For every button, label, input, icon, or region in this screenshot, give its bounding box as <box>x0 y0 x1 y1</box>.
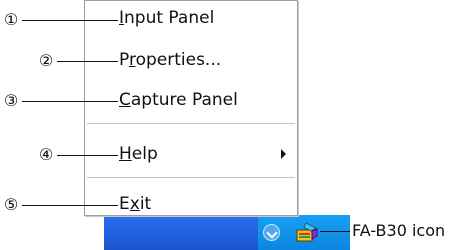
menu-item-label: Properties... <box>119 50 222 70</box>
callout-number: ① <box>3 10 19 29</box>
leader-line <box>22 20 118 21</box>
leader-line <box>320 231 350 232</box>
callout-number: ④ <box>38 145 54 164</box>
menu-item-label: Capture Panel <box>119 90 238 110</box>
fa-b30-icon[interactable] <box>296 222 318 242</box>
submenu-arrow-icon <box>281 149 286 159</box>
callout-number: ② <box>38 51 54 70</box>
fa-b30-icon-label: FA-B30 icon <box>352 221 446 240</box>
menu-separator <box>87 123 295 125</box>
menu-item-label: Help <box>119 144 158 164</box>
menu-separator <box>87 177 295 179</box>
menu-item-label: Exit <box>119 194 152 214</box>
callout-number: ③ <box>3 91 19 110</box>
menu-item-label: Input Panel <box>119 8 215 28</box>
chevron-down-icon[interactable] <box>263 224 280 241</box>
menu-item-properties[interactable]: Properties... <box>85 48 297 72</box>
leader-line <box>57 155 118 156</box>
leader-line <box>57 61 118 62</box>
menu-item-capture-panel[interactable]: Capture Panel <box>85 88 297 112</box>
menu-item-input-panel[interactable]: Input Panel <box>85 6 297 30</box>
menu-item-help[interactable]: Help <box>85 142 297 166</box>
menu-item-exit[interactable]: Exit <box>85 192 297 216</box>
tray-context-menu: Input Panel Properties... Capture Panel … <box>84 0 298 216</box>
leader-line <box>22 101 118 102</box>
callout-number: ⑤ <box>3 195 19 214</box>
leader-line <box>22 205 118 206</box>
screenshot-stage: Input Panel Properties... Capture Panel … <box>0 0 468 250</box>
